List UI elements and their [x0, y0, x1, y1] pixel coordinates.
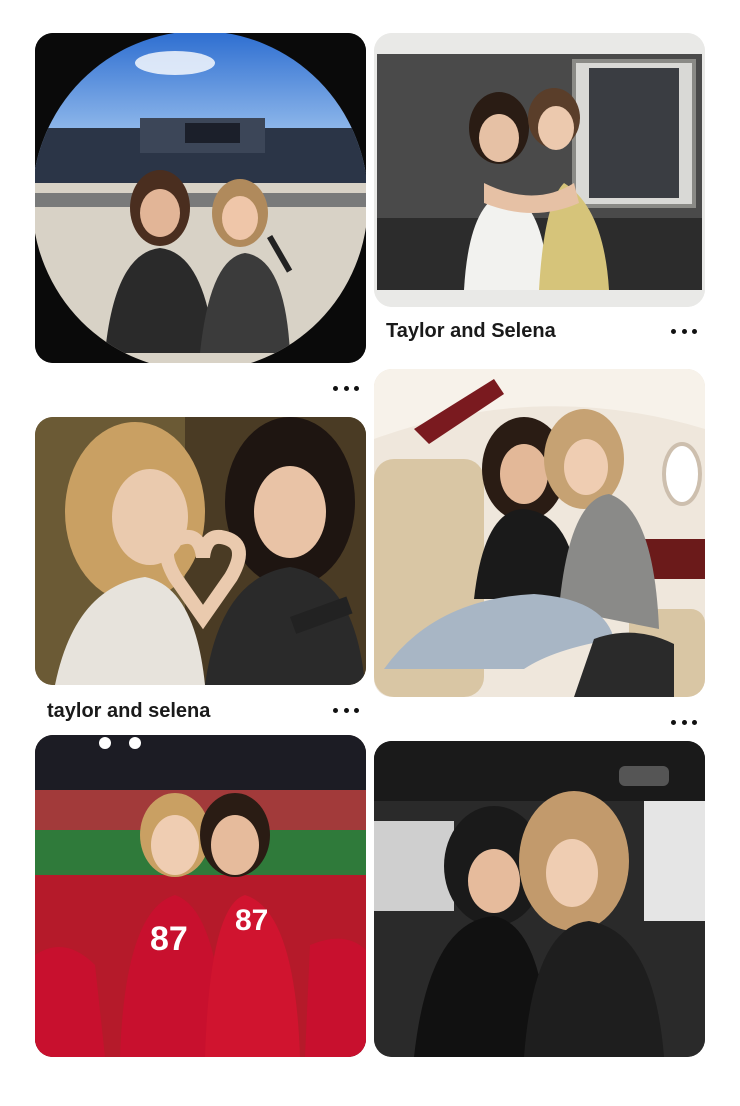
more-options-icon[interactable]	[333, 382, 359, 394]
heart-hands-photo	[35, 417, 366, 685]
pin-caption[interactable]: Taylor and Selena	[386, 320, 556, 343]
pin-image-stadium-jerseys[interactable]: 87 87	[35, 735, 366, 1057]
svg-text:87: 87	[150, 920, 188, 958]
pin-image-fisheye-selfie[interactable]	[35, 33, 366, 363]
pin-image-car-hug[interactable]	[374, 741, 705, 1057]
car-photo	[374, 741, 705, 1057]
svg-text:87: 87	[235, 904, 268, 937]
pin-image-jet-cuddle[interactable]	[374, 369, 705, 697]
more-options-icon[interactable]	[671, 716, 697, 728]
more-options-icon[interactable]	[671, 325, 697, 337]
fisheye-photo	[35, 33, 366, 363]
more-options-icon[interactable]	[333, 704, 359, 716]
pin-image-heart-hands[interactable]	[35, 417, 366, 685]
stadium-photo: 87 87	[35, 735, 366, 1057]
polaroid-photo	[374, 33, 705, 307]
jet-photo	[374, 369, 705, 697]
pin-caption[interactable]: taylor and selena	[47, 700, 210, 723]
pin-image-polaroid-hug[interactable]	[374, 33, 705, 307]
